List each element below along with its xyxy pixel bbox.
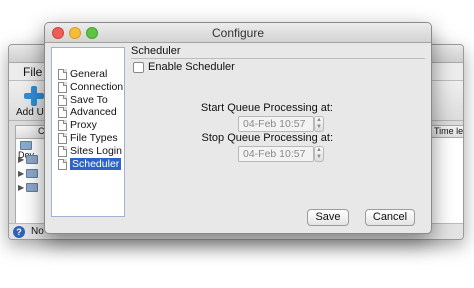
folder-icon bbox=[26, 155, 39, 165]
start-time-spinner[interactable]: 04-Feb 10:57 ▲ ▼ bbox=[238, 116, 324, 132]
tree-item-general[interactable]: General bbox=[56, 68, 124, 81]
page-icon bbox=[58, 158, 67, 170]
downloads-tree: C Dov ▶ ▶ ▶ bbox=[15, 125, 47, 225]
page-icon bbox=[58, 132, 67, 144]
tree-item-label: Scheduler bbox=[70, 157, 122, 170]
tree-item-proxy[interactable]: Proxy bbox=[56, 119, 124, 132]
page-icon bbox=[58, 94, 67, 106]
tree-item-scheduler[interactable]: Scheduler bbox=[56, 157, 124, 171]
tree-row[interactable]: Dov bbox=[18, 140, 46, 160]
tree-item-label: Connection bbox=[70, 80, 124, 93]
tree-column-header: C bbox=[16, 126, 46, 139]
tree-item-label: Sites Login bbox=[70, 144, 122, 157]
panel-title: Scheduler bbox=[131, 45, 181, 57]
tree-item-connection[interactable]: Connection bbox=[56, 81, 124, 94]
cancel-button[interactable]: Cancel bbox=[365, 209, 415, 226]
expand-arrow-icon[interactable]: ▶ bbox=[18, 183, 24, 192]
page-icon bbox=[58, 145, 67, 157]
page-icon bbox=[58, 120, 67, 132]
status-text: No bbox=[31, 226, 44, 237]
screen: File Add UR C Dov ▶ ▶ ▶ Time l bbox=[0, 0, 474, 288]
help-icon[interactable]: ? bbox=[13, 226, 25, 238]
stop-queue-label: Stop Queue Processing at: bbox=[201, 132, 333, 144]
folder-icon bbox=[20, 141, 32, 151]
dialog-title: Configure bbox=[211, 26, 265, 40]
page-icon bbox=[58, 69, 67, 80]
enable-scheduler-checkbox[interactable] bbox=[133, 62, 144, 73]
tree-item-label: General bbox=[70, 68, 108, 80]
tree-item-save-to[interactable]: Save To bbox=[56, 94, 124, 107]
folder-icon bbox=[26, 183, 39, 193]
start-queue-label: Start Queue Processing at: bbox=[200, 102, 333, 114]
stepper-arrows-icon[interactable]: ▲ ▼ bbox=[314, 116, 324, 132]
expand-arrow-icon[interactable]: ▶ bbox=[18, 169, 24, 178]
folder-icon bbox=[26, 169, 39, 179]
tree-row[interactable]: ▶ bbox=[18, 168, 39, 180]
tree-item-label: Proxy bbox=[70, 119, 97, 132]
add-url-icon[interactable] bbox=[23, 85, 45, 107]
tree-item-label: Advanced bbox=[70, 106, 117, 119]
page-icon bbox=[58, 81, 67, 93]
tree-item-label: File Types bbox=[70, 131, 118, 144]
menu-file[interactable]: File bbox=[23, 65, 42, 79]
tree-item-label: Save To bbox=[70, 93, 108, 106]
time-left-column-header[interactable]: Time le bbox=[431, 125, 463, 138]
expand-arrow-icon[interactable]: ▶ bbox=[18, 155, 24, 164]
tree-item-file-types[interactable]: File Types bbox=[56, 132, 124, 145]
downloads-table-body bbox=[431, 138, 463, 228]
stepper-arrows-icon[interactable]: ▲ ▼ bbox=[314, 146, 324, 162]
tree-row[interactable]: ▶ bbox=[18, 154, 39, 166]
page-icon bbox=[58, 107, 67, 119]
tree-item-sites-login[interactable]: Sites Login bbox=[56, 145, 124, 158]
start-time-value[interactable]: 04-Feb 10:57 bbox=[243, 118, 305, 130]
tree-row[interactable]: ▶ bbox=[18, 182, 39, 194]
save-button[interactable]: Save bbox=[307, 209, 349, 226]
stop-time-spinner[interactable]: 04-Feb 10:57 ▲ ▼ bbox=[238, 146, 324, 162]
settings-category-tree: General Connection Save To Advanced Prox… bbox=[51, 47, 125, 217]
tree-item-advanced[interactable]: Advanced bbox=[56, 106, 124, 119]
configure-dialog: Configure General Connection Save To Adv… bbox=[44, 22, 432, 234]
panel-divider bbox=[131, 58, 425, 59]
stop-time-value[interactable]: 04-Feb 10:57 bbox=[243, 148, 305, 160]
enable-scheduler-label[interactable]: Enable Scheduler bbox=[148, 61, 235, 73]
dialog-titlebar[interactable]: Configure bbox=[45, 23, 431, 43]
